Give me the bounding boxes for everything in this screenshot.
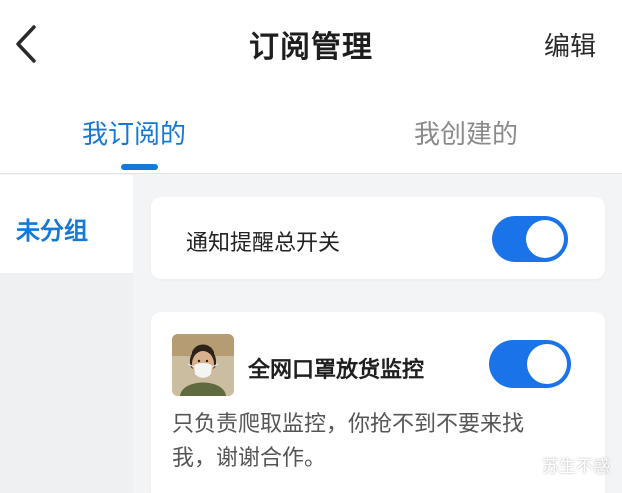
watermark-text: 苏生不惑 [542,457,610,477]
subscription-avatar [172,334,234,396]
subscription-title: 全网口罩放货监控 [248,358,425,383]
group-sidebar: 未分组 [0,175,133,493]
sidebar-item-ungrouped[interactable]: 未分组 [0,175,133,273]
top-bar: 订阅管理 编辑 [0,0,622,92]
sidebar-item-label: 未分组 [16,217,88,245]
toggle-knob [526,220,564,258]
watermark: 苏生不惑 [510,452,610,477]
edit-button[interactable]: 编辑 [544,26,596,63]
wechat-icon [510,454,536,474]
active-tab-indicator [121,164,158,170]
subscription-toggle[interactable] [489,340,571,388]
tab-bar: 我订阅的 我创建的 [0,92,622,174]
master-switch-label: 通知提醒总开关 [186,231,341,256]
master-notification-toggle[interactable] [492,216,568,262]
tab-my-created[interactable]: 我创建的 [414,114,518,151]
subscription-management-screen: 订阅管理 编辑 我订阅的 我创建的 未分组 通知提醒总开关 全网口罩放货监控 只… [0,0,622,493]
page-title: 订阅管理 [249,30,373,65]
toggle-knob [527,344,567,384]
person-with-mask-image [172,334,234,396]
subscription-description: 只负责爬取监控，你抢不到不要来找我，谢谢合作。 [172,412,525,471]
tab-my-subscriptions[interactable]: 我订阅的 [82,114,186,151]
master-notification-card: 通知提醒总开关 [151,197,605,279]
